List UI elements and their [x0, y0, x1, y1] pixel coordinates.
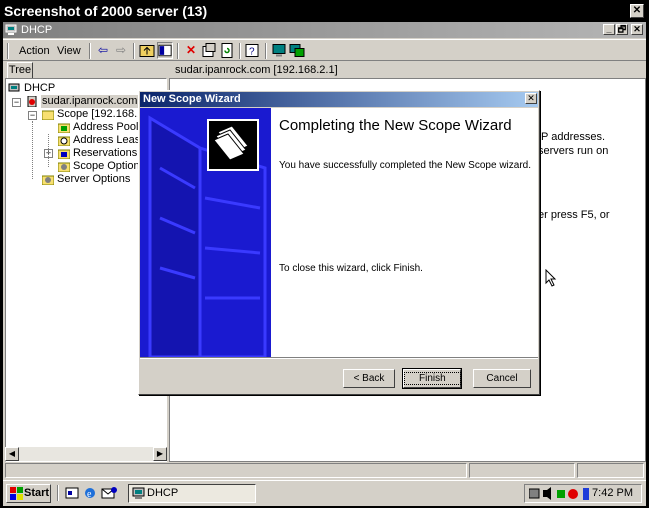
- menu-view[interactable]: View: [51, 43, 87, 59]
- tree-item-label: Reservations: [73, 147, 138, 159]
- finish-button[interactable]: Finish: [402, 368, 462, 389]
- tree-connector: [32, 121, 33, 179]
- toolbar-separator: [177, 43, 179, 59]
- finish-button-label: Finish: [404, 372, 461, 385]
- monitor-tray-icon: [557, 490, 565, 498]
- scope-options-icon: [58, 162, 70, 172]
- address-leases-icon: [58, 136, 70, 146]
- wizard-body: Completing the New Scope Wizard You have…: [271, 108, 538, 357]
- wizard-message: You have successfully completed the New …: [279, 160, 531, 171]
- toolbar-separator: [133, 43, 135, 59]
- scroll-right-icon[interactable]: ▶: [153, 447, 167, 461]
- tree-item-label: DHCP: [24, 82, 56, 94]
- battery-icon: [583, 488, 589, 500]
- dhcp-console-icon: [5, 24, 17, 35]
- wizard-close-instruction: To close this wizard, click Finish.: [279, 263, 423, 274]
- wizard-banner: [140, 108, 271, 357]
- up-folder-icon[interactable]: [139, 42, 155, 59]
- taskbar: Start e DHCP 7:42 PM: [3, 480, 646, 506]
- minimize-button[interactable]: _: [603, 24, 615, 35]
- new-scope-wizard-dialog: New Scope Wizard ✕ Completing the New Sc…: [138, 90, 540, 395]
- toolbar-separator: [239, 43, 241, 59]
- network-icon: [529, 488, 540, 499]
- menu-action-label: Action: [19, 45, 50, 57]
- taskbar-dhcp-label: DHCP: [147, 487, 179, 499]
- start-button[interactable]: Start: [6, 484, 51, 503]
- outer-close-button[interactable]: ✕: [630, 4, 644, 18]
- internet-explorer-icon[interactable]: e: [83, 486, 97, 500]
- collapse-toggle[interactable]: −: [28, 111, 37, 120]
- back-button[interactable]: < Back: [343, 369, 395, 388]
- tray-icons: [529, 487, 589, 500]
- clock: 7:42 PM: [592, 487, 633, 499]
- tree-item-label: Server Options: [57, 173, 131, 185]
- collapse-toggle[interactable]: −: [12, 98, 21, 107]
- forward-icon[interactable]: ⇨: [113, 42, 129, 59]
- scope-folder-icon: [42, 110, 54, 120]
- menu-toolbar: Action View ⇦ ⇨ ✕ ?: [3, 39, 646, 61]
- wizard-close-button[interactable]: ✕: [525, 93, 537, 104]
- taskbar-separator: [57, 485, 59, 501]
- dhcp-server-icon: [27, 96, 37, 107]
- outer-window-title: Screenshot of 2000 server (13): [4, 3, 208, 19]
- status-cell: [469, 463, 575, 478]
- windows-logo-icon: [10, 487, 23, 500]
- start-label: Start: [24, 487, 50, 499]
- toolbar-separator: [89, 43, 91, 59]
- menu-view-label: View: [57, 45, 81, 57]
- wizard-titlebar: New Scope Wizard: [140, 92, 538, 107]
- dhcp-console-icon: [132, 487, 145, 499]
- tab-tree[interactable]: Tree: [7, 62, 33, 78]
- content-text-line: IP addresses.: [538, 131, 606, 143]
- address-pool-icon: [58, 123, 70, 133]
- tree-connector: [48, 134, 49, 167]
- wizard-title: New Scope Wizard: [143, 93, 241, 105]
- system-tray: 7:42 PM: [524, 484, 642, 503]
- tray-app-icon: [568, 489, 578, 499]
- cancel-button[interactable]: Cancel: [473, 369, 531, 388]
- app-title: DHCP: [21, 24, 53, 36]
- content-header: sudar.ipanrock.com [192.168.2.1]: [171, 61, 646, 79]
- app-close-button[interactable]: ✕: [631, 24, 643, 35]
- delete-icon[interactable]: ✕: [183, 42, 199, 59]
- wizard-heading: Completing the New Scope Wizard: [279, 117, 512, 134]
- status-cell: [5, 463, 467, 478]
- reservations-icon: [58, 149, 70, 159]
- taskbar-dhcp-button[interactable]: DHCP: [128, 484, 256, 503]
- server-monitor-icon[interactable]: [289, 42, 305, 59]
- dhcp-console-icon: [8, 83, 20, 92]
- tree-item-label: Scope Options: [73, 160, 146, 172]
- properties-icon[interactable]: [201, 42, 217, 59]
- tree-item-label: Address Pool: [73, 121, 139, 133]
- monitor-icon[interactable]: [271, 42, 287, 59]
- scroll-left-icon[interactable]: ◀: [5, 447, 19, 461]
- content-text-line: er press F5, or: [538, 209, 610, 221]
- status-bar: [3, 463, 646, 479]
- content-text-line: servers run on: [538, 145, 609, 157]
- wizard-divider: [140, 357, 538, 359]
- svg-text:e: e: [87, 489, 92, 500]
- outer-window-titlebar: Screenshot of 2000 server (13): [0, 0, 649, 22]
- toolbar-grip: [7, 43, 9, 59]
- wizard-banner-graphic: [140, 108, 271, 357]
- server-options-icon: [42, 175, 54, 185]
- maximize-button[interactable]: 🗗: [616, 24, 628, 35]
- svg-text:?: ?: [249, 47, 255, 58]
- show-desktop-icon[interactable]: [65, 486, 79, 500]
- app-titlebar: DHCP: [3, 22, 646, 38]
- refresh-icon[interactable]: [219, 42, 235, 59]
- toolbar-separator: [265, 43, 267, 59]
- tree-horizontal-scrollbar[interactable]: ◀ ▶: [5, 447, 167, 461]
- status-cell: [577, 463, 644, 478]
- help-icon[interactable]: ?: [245, 42, 261, 59]
- back-icon[interactable]: ⇦: [95, 42, 111, 59]
- desktop-screen: DHCP _ 🗗 ✕ Action View ⇦ ⇨ ✕ ? Tree suda…: [3, 22, 646, 506]
- outlook-express-icon[interactable]: [101, 486, 117, 500]
- show-tree-icon[interactable]: [157, 42, 173, 59]
- menu-action[interactable]: Action: [13, 43, 56, 59]
- volume-icon: [543, 487, 551, 500]
- mouse-cursor-icon: [545, 269, 557, 287]
